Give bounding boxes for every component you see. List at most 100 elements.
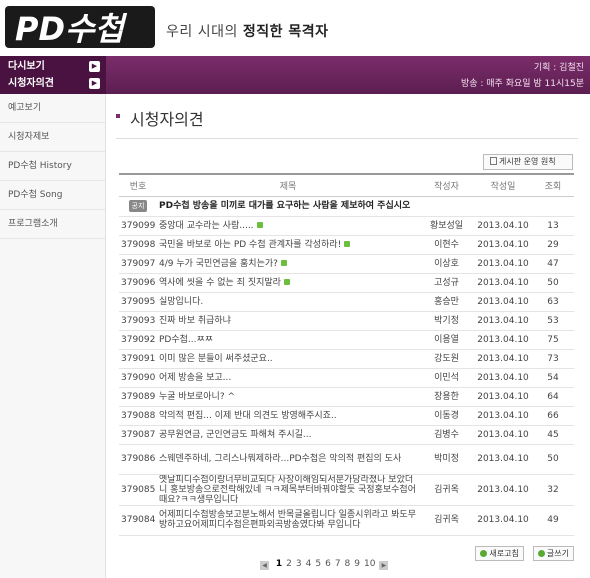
post-subject[interactable]: 국민을 바보로 아는 PD 수첩 관계자를 각성하라!	[157, 235, 419, 255]
post-number: 379092	[119, 330, 157, 350]
post-subject[interactable]: 역사에 씻을 수 없는 죄 짓지말라	[157, 273, 419, 293]
post-subject-text[interactable]: 이미 많은 분들이 써주셨군요..	[159, 354, 273, 364]
sidebar-item-preview[interactable]: 예고보기	[0, 94, 105, 123]
post-subject[interactable]: 악의적 편집... 이제 반대 의견도 방영해주시죠..	[157, 406, 419, 426]
post-views: 32	[532, 474, 574, 506]
post-subject-text[interactable]: 역사에 씻을 수 없는 죄 짓지말라	[159, 278, 281, 288]
table-row[interactable]: 379095 실망입니다. 홍승만 2013.04.10 63	[119, 292, 574, 312]
post-subject-text[interactable]: 어제 방송을 보고...	[159, 373, 231, 383]
post-subject-text[interactable]: 공무원연금, 군인연금도 파해쳐 주시길...	[159, 430, 312, 440]
post-subject-text[interactable]: 옛날피디수첩이랑너무비교되다 사장이해임되서분가당라졌나 보았더니 홍보방송으로…	[159, 475, 416, 505]
sidebar-item-program-info[interactable]: 프로그램소개	[0, 210, 105, 239]
chevron-right-icon: ▶	[89, 61, 100, 72]
post-author: 이용열	[419, 330, 474, 350]
post-subject[interactable]: 어제피디수첩방송보고분노해서 반목글올립니다 일종시위라고 봐도무방하고요어제피…	[157, 505, 419, 536]
sidebar-item-viewer-report[interactable]: 시청자제보	[0, 123, 105, 152]
table-row[interactable]: 379090 어제 방송을 보고... 이민석 2013.04.10 54	[119, 368, 574, 388]
menu-viewer-opinion[interactable]: 시청자의견 ▶	[4, 76, 102, 91]
post-number: 379084	[119, 505, 157, 536]
post-subject-text[interactable]: 국민을 바보로 아는 PD 수첩 관계자를 각성하라!	[159, 240, 341, 250]
post-subject[interactable]: 4/9 누가 국민연금을 훔치는가?	[157, 254, 419, 274]
page-link[interactable]: 8	[345, 559, 351, 569]
post-views-text: 32	[547, 484, 559, 495]
page-link[interactable]: 2	[286, 559, 292, 569]
refresh-button[interactable]: 새로고침	[475, 546, 524, 561]
post-subject-text[interactable]: 어제피디수첩방송보고분노해서 반목글올립니다 일종시위라고 봐도무방하고요어제피…	[159, 510, 416, 530]
post-subject-text[interactable]: 실망입니다.	[159, 297, 203, 307]
post-subject[interactable]: 옛날피디수첩이랑너무비교되다 사장이해임되서분가당라졌나 보았더니 홍보방송으로…	[157, 474, 419, 506]
table-row[interactable]: 379097 4/9 누가 국민연금을 훔치는가? 이상호 2013.04.10 47	[119, 254, 574, 274]
post-subject-text[interactable]: 4/9 누가 국민연금을 훔치는가?	[159, 259, 278, 269]
post-author-text: 박미정	[434, 454, 459, 464]
post-author-text: 이동경	[434, 410, 459, 421]
sidebar-item-history[interactable]: PD수첩 History	[0, 152, 105, 181]
page-link[interactable]: 9	[354, 559, 360, 569]
table-row[interactable]: 379091 이미 많은 분들이 써주셨군요.. 강도원 2013.04.10 73	[119, 349, 574, 369]
table-row[interactable]: 379092 PD수첩...ㅉㅉ 이용열 2013.04.10 75	[119, 330, 574, 350]
table-row[interactable]: 379098 국민을 바보로 아는 PD 수첩 관계자를 각성하라! 이현수 2013…	[119, 235, 574, 255]
post-author: 김귀옥	[419, 505, 474, 536]
post-author-text: 황보성일	[429, 220, 464, 231]
page-link[interactable]: 3	[296, 559, 302, 569]
table-row[interactable]: 379086 스웨덴주하네, 그리스나뭐제하라...PD수첩은 악의적 편집의 도…	[119, 444, 574, 475]
post-views: 75	[532, 330, 574, 350]
pagination: ◀ 1 2 3 4 5 6 7 8 9 10 ▶	[258, 559, 390, 570]
post-subject[interactable]: 스웨덴주하네, 그리스나뭐제하라...PD수첩은 악의적 편집의 도사	[157, 444, 419, 475]
post-views-text: 53	[547, 315, 559, 326]
post-subject-text[interactable]: 진짜 바보 취급하냐	[159, 316, 231, 326]
post-subject[interactable]: 실망입니다.	[157, 292, 419, 312]
pd-sucheop-logo[interactable]: PD수첩	[5, 4, 155, 50]
logo-text: PD수첩	[15, 10, 127, 48]
post-views: 63	[532, 292, 574, 312]
post-subject[interactable]: 중앙대 교수라는 사람.....	[157, 216, 419, 236]
table-row[interactable]: 379087 공무원연금, 군인연금도 파해쳐 주시길... 김병수 2013.04.…	[119, 425, 574, 445]
post-subject-text[interactable]: 스웨덴주하네, 그리스나뭐제하라...PD수첩은 악의적 편집의 도사	[159, 454, 401, 464]
post-number-text: 379096	[121, 277, 156, 288]
page-link[interactable]: 4	[306, 559, 312, 569]
table-row[interactable]: 379084 어제피디수첩방송보고분노해서 반목글올립니다 일종시위라고 봐도무방…	[119, 505, 574, 536]
menu-replay-label: 다시보기	[8, 61, 45, 72]
post-date-text: 2013.04.10	[477, 410, 529, 421]
post-subject[interactable]: 어제 방송을 보고...	[157, 368, 419, 388]
next-page-icon[interactable]: ▶	[379, 561, 389, 570]
board-rules-button[interactable]: 게시판 운영 원칙	[483, 154, 573, 170]
sidebar-item-song[interactable]: PD수첩 Song	[0, 181, 105, 210]
post-number-text: 379097	[121, 258, 156, 269]
post-views: 50	[532, 444, 574, 475]
table-row[interactable]: 379096 역사에 씻을 수 없는 죄 짓지말라 고성규 2013.04.10 50	[119, 273, 574, 293]
post-subject[interactable]: 공무원연금, 군인연금도 파해쳐 주시길...	[157, 425, 419, 445]
notice-subject-text[interactable]: PD수첩 방송을 미끼로 대가를 요구하는 사람을 제보하여 주십시오	[159, 201, 410, 211]
write-button[interactable]: 글쓰기	[532, 546, 574, 561]
page-link[interactable]: 6	[325, 559, 331, 569]
notice-row[interactable]: 공지 PD수첩 방송을 미끼로 대가를 요구하는 사람을 제보하여 주십시오	[119, 196, 574, 217]
prev-page-icon[interactable]: ◀	[260, 561, 269, 570]
post-author: 이민석	[419, 368, 474, 388]
page-link[interactable]: 5	[315, 559, 321, 569]
post-subject[interactable]: 누굴 바보로아니? ^	[157, 387, 419, 407]
table-row[interactable]: 379089 누굴 바보로아니? ^ 장용한 2013.04.10 64	[119, 387, 574, 407]
table-row[interactable]: 379088 악의적 편집... 이제 반대 의견도 방영해주시죠.. 이동경 201…	[119, 406, 574, 426]
post-date: 2013.04.10	[474, 235, 532, 255]
page-link[interactable]: 1	[276, 559, 282, 569]
post-subject-text[interactable]: 누굴 바보로아니? ^	[159, 392, 235, 402]
post-subject-text[interactable]: PD수첩...ㅉㅉ	[159, 335, 213, 345]
post-views-text: 49	[547, 515, 559, 525]
table-row[interactable]: 379085 옛날피디수첩이랑너무비교되다 사장이해임되서분가당라졌나 보았더니 …	[119, 474, 574, 506]
page-link[interactable]: 7	[335, 559, 341, 569]
table-row[interactable]: 379099 중앙대 교수라는 사람..... 황보성일 2013.04.10 13	[119, 216, 574, 236]
post-date: 2013.04.10	[474, 425, 532, 445]
post-subject[interactable]: 진짜 바보 취급하냐	[157, 311, 419, 331]
post-author: 이현수	[419, 235, 474, 255]
post-subject[interactable]: 이미 많은 분들이 써주셨군요..	[157, 349, 419, 369]
post-views: 54	[532, 368, 574, 388]
table-row[interactable]: 379093 진짜 바보 취급하냐 박기정 2013.04.10 53	[119, 311, 574, 331]
post-subject-text[interactable]: 중앙대 교수라는 사람.....	[159, 221, 254, 231]
post-date: 2013.04.10	[474, 368, 532, 388]
post-subject-text[interactable]: 악의적 편집... 이제 반대 의견도 방영해주시죠..	[159, 411, 337, 421]
post-number: 379099	[119, 216, 157, 236]
title-bullet-icon	[116, 114, 120, 118]
post-subject[interactable]: PD수첩...ㅉㅉ	[157, 330, 419, 350]
page-link[interactable]: 10	[364, 559, 375, 569]
notice-subject[interactable]: PD수첩 방송을 미끼로 대가를 요구하는 사람을 제보하여 주십시오	[157, 196, 574, 217]
menu-replay[interactable]: 다시보기 ▶	[4, 59, 102, 74]
